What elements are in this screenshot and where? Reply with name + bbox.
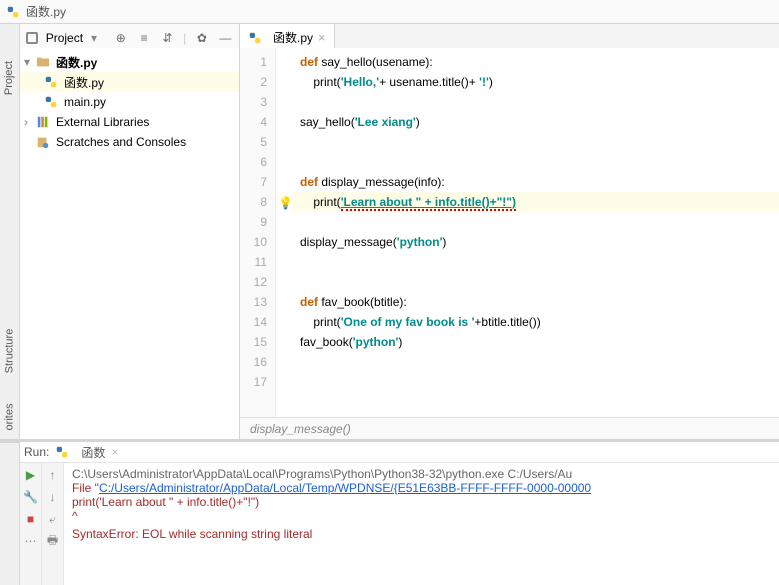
python-file-icon <box>55 445 69 459</box>
more-icon[interactable]: ⋯ <box>23 533 39 549</box>
close-tab-icon[interactable]: × <box>318 30 326 45</box>
console-line: File "C:/Users/Administrator/AppData/Loc… <box>72 481 771 495</box>
down-icon[interactable]: ↓ <box>45 489 61 505</box>
up-icon[interactable]: ↑ <box>45 467 61 483</box>
file-link[interactable]: C:/Users/Administrator/AppData/Local/Tem… <box>99 481 591 495</box>
editor-tab-label: 函数.py <box>273 29 313 46</box>
window-title: 函数.py <box>26 3 66 20</box>
code-editor[interactable]: def say_hello(usename): print('Hello,'+ … <box>292 48 779 417</box>
tree-root-label: 函数.py <box>56 54 97 71</box>
console-output[interactable]: C:\Users\Administrator\AppData\Local\Pro… <box>64 463 779 585</box>
scratch-icon <box>36 135 50 149</box>
folder-icon <box>36 55 50 69</box>
soft-wrap-icon[interactable]: ⤶ <box>45 511 61 527</box>
tree-item-label: Scratches and Consoles <box>56 135 186 149</box>
window-title-bar: 函数.py <box>0 0 779 24</box>
stop-button[interactable]: ■ <box>23 511 39 527</box>
library-icon <box>36 115 50 129</box>
structure-dock-tab[interactable]: Structure <box>4 329 16 374</box>
tree-item[interactable]: 函数.py <box>20 72 239 92</box>
settings-gear-icon[interactable]: ✿ <box>194 30 209 46</box>
chevron-down-icon[interactable]: ▾ <box>24 55 34 69</box>
tree-item-label: main.py <box>64 95 106 109</box>
run-header: Run: 函数 × <box>20 442 779 462</box>
favorites-dock-tab[interactable]: orites <box>4 404 16 431</box>
chevron-right-icon[interactable]: › <box>24 115 34 129</box>
hide-panel-icon[interactable]: — <box>218 30 233 46</box>
marker-rail: 💡 <box>276 48 292 417</box>
line-gutter: 1234567891011121314151617 <box>240 48 276 417</box>
collapse-all-icon[interactable]: ⇵ <box>160 30 175 46</box>
console-line: SyntaxError: EOL while scanning string l… <box>72 527 771 541</box>
tree-item-label: 函数.py <box>64 74 104 91</box>
run-label: Run: <box>24 445 49 459</box>
project-panel-title: Project <box>46 31 83 45</box>
run-toolbar-primary: ▶ 🔧 ■ ⋯ <box>20 463 42 585</box>
locate-icon[interactable]: ⊕ <box>113 30 128 46</box>
run-button[interactable]: ▶ <box>23 467 39 483</box>
left-dock: Project Structure orites <box>0 48 20 439</box>
tree-scratches[interactable]: Scratches and Consoles <box>20 132 239 152</box>
python-file-icon <box>6 5 20 19</box>
run-config-name[interactable]: 函数 <box>81 444 105 461</box>
tree-item-label: External Libraries <box>56 115 149 129</box>
console-line: ^ <box>72 509 771 523</box>
tree-root[interactable]: ▾ 函数.py <box>20 52 239 72</box>
project-dock-tab[interactable]: Project <box>4 61 16 95</box>
expand-all-icon[interactable]: ≡ <box>136 30 151 46</box>
run-tool-window: Run: 函数 × ▶ 🔧 ■ ⋯ ↑ ↓ ⤶ 🖶 C:\Users\Admin… <box>0 439 779 585</box>
editor-tab[interactable]: 函数.py × <box>240 24 335 51</box>
tree-item[interactable]: main.py <box>20 92 239 112</box>
debug-button[interactable]: 🔧 <box>23 489 39 505</box>
python-file-icon <box>44 75 58 89</box>
print-icon[interactable]: 🖶 <box>45 533 61 549</box>
tree-external-libs[interactable]: › External Libraries <box>20 112 239 132</box>
editor-area: 1234567891011121314151617 💡 def say_hell… <box>240 48 779 439</box>
project-tree-panel: ▾ 函数.py 函数.py main.py › External Librari… <box>20 48 240 439</box>
console-line: C:\Users\Administrator\AppData\Local\Pro… <box>72 467 771 481</box>
editor-breadcrumb[interactable]: display_message() <box>240 417 779 439</box>
console-line: print('Learn about " + info.title()+"!") <box>72 495 771 509</box>
intention-bulb-icon[interactable]: 💡 <box>278 196 293 210</box>
run-toolbar-secondary: ↑ ↓ ⤶ 🖶 <box>42 463 64 585</box>
project-tree[interactable]: ▾ 函数.py 函数.py main.py › External Librari… <box>20 48 239 156</box>
python-file-icon <box>44 95 58 109</box>
python-file-icon <box>248 31 262 45</box>
project-view-icon <box>26 32 38 44</box>
